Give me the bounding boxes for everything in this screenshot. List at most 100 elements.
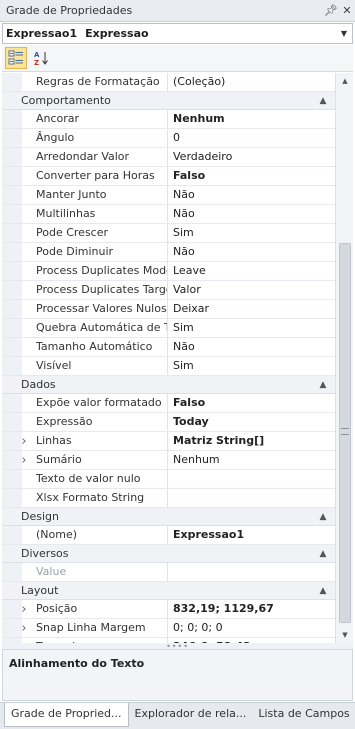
property-row[interactable]: Ancorar Nenhum <box>2 110 335 129</box>
property-row[interactable]: Pode Crescer Sim <box>2 224 335 243</box>
category-label: Diversos <box>21 547 69 560</box>
property-value[interactable] <box>169 489 335 507</box>
property-name: Posição <box>22 600 168 618</box>
property-value[interactable]: Sim <box>169 319 335 337</box>
property-value[interactable]: Today <box>169 413 335 431</box>
property-name: Ancorar <box>22 110 168 128</box>
property-value[interactable]: Falso <box>169 394 335 412</box>
property-row[interactable]: Tamanho Automático Não <box>2 338 335 357</box>
property-row[interactable]: Multilinhas Não <box>2 205 335 224</box>
property-row[interactable]: Ângulo 0 <box>2 129 335 148</box>
alphabetical-button[interactable]: A Z <box>30 47 52 69</box>
property-value[interactable]: Não <box>169 186 335 204</box>
property-value[interactable]: Falso <box>169 167 335 185</box>
property-value[interactable]: Nenhum <box>169 451 335 469</box>
property-value[interactable]: Verdadeiro <box>169 148 335 166</box>
collapse-chevron-icon[interactable]: ▲ <box>315 380 331 390</box>
vertical-scrollbar[interactable]: ▲ ▼ <box>335 73 353 643</box>
tab-1[interactable]: Explorador de rela... <box>129 703 253 727</box>
close-icon[interactable]: ✕ <box>339 4 355 17</box>
description-pane: Alinhamento do Texto <box>2 649 353 701</box>
property-name: Sumário <box>22 451 168 469</box>
category-diversos[interactable]: Diversos ▲ <box>2 545 335 563</box>
property-name: Regras de Formatação <box>22 73 168 91</box>
scroll-down-icon[interactable]: ▼ <box>336 627 354 643</box>
property-row[interactable]: › Linhas Matriz String[] <box>2 432 335 451</box>
category-design[interactable]: Design ▲ <box>2 508 335 526</box>
property-row[interactable]: Regras de Formatação (Coleção) <box>2 73 335 92</box>
property-value[interactable]: Não <box>169 338 335 356</box>
property-row[interactable]: Quebra Automática de Tex Sim <box>2 319 335 338</box>
property-row[interactable]: Value <box>2 563 335 582</box>
pin-icon[interactable]: 📌︎ <box>323 4 339 17</box>
property-name: Process Duplicates Target <box>22 281 168 299</box>
property-row[interactable]: › Sumário Nenhum <box>2 451 335 470</box>
object-selector[interactable]: Expressao1 Expressao ▼ <box>2 23 353 44</box>
property-value[interactable] <box>169 563 335 581</box>
property-row[interactable]: Xlsx Formato String <box>2 489 335 508</box>
tab-0[interactable]: Grade de Propried... <box>4 703 129 727</box>
property-name: Ângulo <box>22 129 168 147</box>
property-name: Arredondar Valor <box>22 148 168 166</box>
scroll-up-icon[interactable]: ▲ <box>336 73 354 89</box>
property-value[interactable]: Sim <box>169 357 335 375</box>
scroll-grip-icon <box>341 428 349 435</box>
property-name: Linhas <box>22 432 168 450</box>
property-row[interactable]: Expõe valor formatado Falso <box>2 394 335 413</box>
sort-az-icon: A Z <box>34 51 48 66</box>
property-value[interactable]: Não <box>169 205 335 223</box>
property-value[interactable]: Não <box>169 243 335 261</box>
property-row[interactable]: Processar Valores Nulos Deixar <box>2 300 335 319</box>
category-comportamento[interactable]: Comportamento ▲ <box>2 92 335 110</box>
property-value[interactable]: (Coleção) <box>169 73 335 91</box>
property-value[interactable]: Expressao1 <box>169 526 335 544</box>
svg-text:Z: Z <box>34 59 39 66</box>
category-layout[interactable]: Layout ▲ <box>2 582 335 600</box>
category-label: Comportamento <box>21 94 111 107</box>
property-name: Texto de valor nulo <box>22 470 168 488</box>
property-name: Pode Crescer <box>22 224 168 242</box>
chevron-down-icon[interactable]: ▼ <box>336 29 352 38</box>
panel-titlebar: Grade de Propriedades 📌︎ ✕ <box>0 0 355 22</box>
property-row[interactable]: › Posição 832,19; 1129,67 <box>2 600 335 619</box>
property-value[interactable]: Sim <box>169 224 335 242</box>
property-value[interactable]: Deixar <box>169 300 335 318</box>
panel-title: Grade de Propriedades <box>6 4 133 17</box>
property-row[interactable]: Process Duplicates Target Valor <box>2 281 335 300</box>
property-value[interactable]: Valor <box>169 281 335 299</box>
property-name: (Nome) <box>22 526 168 544</box>
property-row[interactable]: Visível Sim <box>2 357 335 376</box>
property-name: Process Duplicates Mode <box>22 262 168 280</box>
property-name: Converter para Horas <box>22 167 168 185</box>
property-row[interactable]: Process Duplicates Mode Leave <box>2 262 335 281</box>
property-value[interactable]: 0; 0; 0; 0 <box>169 619 335 637</box>
collapse-chevron-icon[interactable]: ▲ <box>315 586 331 596</box>
property-row[interactable]: Pode Diminuir Não <box>2 243 335 262</box>
property-name: Visível <box>22 357 168 375</box>
categorized-icon <box>8 50 23 65</box>
property-name: Snap Linha Margem <box>22 619 168 637</box>
property-row[interactable]: Expressão Today <box>2 413 335 432</box>
property-row[interactable]: (Nome) Expressao1 <box>2 526 335 545</box>
category-dados[interactable]: Dados ▲ <box>2 376 335 394</box>
collapse-chevron-icon[interactable]: ▲ <box>315 512 331 522</box>
property-name: Expõe valor formatado <box>22 394 168 412</box>
bottom-tabs: Grade de Propried... Explorador de rela..… <box>0 702 355 729</box>
property-row[interactable]: Converter para Horas Falso <box>2 167 335 186</box>
tab-2[interactable]: Lista de Campos <box>252 703 355 727</box>
categorized-button[interactable] <box>5 47 27 69</box>
collapse-chevron-icon[interactable]: ▲ <box>315 96 331 106</box>
property-value[interactable]: Matriz String[] <box>169 432 335 450</box>
property-value[interactable]: Nenhum <box>169 110 335 128</box>
category-label: Dados <box>21 378 56 391</box>
property-row[interactable]: Arredondar Valor Verdadeiro <box>2 148 335 167</box>
property-row[interactable]: Manter Junto Não <box>2 186 335 205</box>
collapse-chevron-icon[interactable]: ▲ <box>315 549 331 559</box>
property-value[interactable]: Leave <box>169 262 335 280</box>
property-value[interactable]: 832,19; 1129,67 <box>169 600 335 618</box>
property-value[interactable]: 0 <box>169 129 335 147</box>
property-value[interactable] <box>169 470 335 488</box>
property-row[interactable]: › Snap Linha Margem 0; 0; 0; 0 <box>2 619 335 638</box>
property-row[interactable]: Texto de valor nulo <box>2 470 335 489</box>
property-name: Manter Junto <box>22 186 168 204</box>
